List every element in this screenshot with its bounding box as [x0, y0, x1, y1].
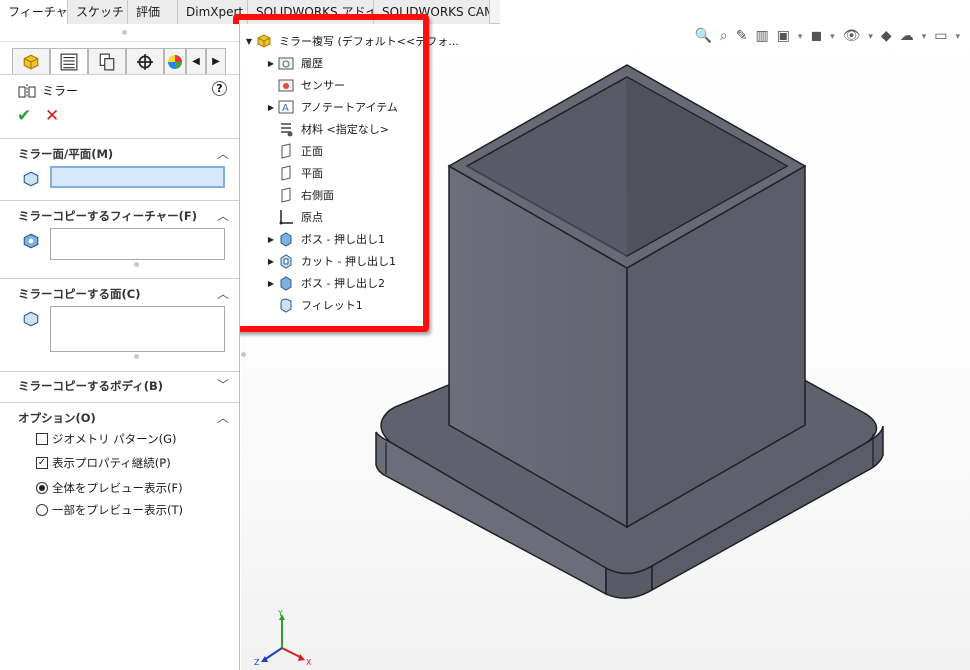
section-options[interactable]: オプション(O) [18, 410, 96, 426]
chevron-up-icon[interactable]: ︿ [217, 285, 229, 302]
appearance-icon[interactable]: ◆ [881, 28, 892, 46]
section-view-icon[interactable]: ▥ [755, 28, 768, 46]
radio-selected[interactable] [36, 482, 48, 494]
chevron-down-icon[interactable]: ▾ [955, 28, 960, 46]
chevron-right-icon: ▶ [212, 56, 220, 67]
checkbox-empty[interactable] [36, 433, 48, 445]
panel-resize-grip[interactable] [241, 352, 246, 357]
property-list-icon [60, 53, 78, 70]
property-manager-tab[interactable] [50, 48, 88, 74]
highlight-frame [233, 14, 429, 332]
full-preview-radio[interactable]: 全体をプレビュー表示(F) [36, 480, 183, 496]
property-manager: ◀ ▶ ミラー ? ✔ ✕ ミラー面/平面(M) ︿ ミラーコピーするフィーチャ… [0, 24, 240, 670]
features-selection[interactable] [50, 228, 225, 260]
color-wheel-icon [168, 54, 182, 69]
propagate-visual-props-checkbox[interactable]: ✓ 表示プロパティ継続(P) [36, 455, 171, 471]
mirror-icon [18, 83, 36, 98]
display-manager-tab[interactable] [164, 48, 186, 74]
triad-z-label: Z [254, 658, 260, 667]
part-icon [23, 54, 39, 69]
features-to-mirror-icon [23, 233, 39, 249]
scroll-right-button[interactable]: ▶ [206, 48, 226, 74]
pm-title: ミラー [42, 84, 79, 98]
section-faces[interactable]: ミラーコピーする面(C) [18, 286, 140, 302]
chevron-down-icon[interactable]: ▾ [922, 28, 927, 46]
ok-button[interactable]: ✔ [17, 106, 31, 126]
previous-view-icon[interactable]: ✎ [736, 28, 748, 46]
partial-preview-radio[interactable]: 一部をプレビュー表示(T) [36, 502, 183, 518]
tab-features[interactable]: フィーチャー [0, 0, 68, 24]
zoom-to-area-icon[interactable]: ⌕ [720, 28, 728, 46]
triad-x-label: X [306, 658, 312, 667]
panel-splitter[interactable] [0, 24, 239, 42]
scene-icon[interactable]: ☁ [900, 28, 914, 46]
feature-manager-tab[interactable] [12, 48, 50, 74]
checkbox-checked[interactable]: ✓ [36, 457, 48, 469]
triad-y-label: Y [277, 609, 283, 618]
mirror-plane-selection[interactable] [50, 166, 225, 188]
chevron-left-icon: ◀ [192, 56, 200, 67]
view-settings-icon[interactable]: ▭ [934, 28, 947, 46]
reference-triad: Y X Z [254, 609, 312, 667]
help-icon[interactable]: ? [212, 81, 227, 96]
tab-sketch[interactable]: スケッチ [68, 0, 128, 24]
chevron-up-icon[interactable]: ︿ [217, 145, 229, 162]
chevron-down-icon[interactable]: ▾ [868, 28, 873, 46]
configuration-icon [99, 53, 115, 70]
configuration-manager-tab[interactable] [88, 48, 126, 74]
chevron-down-icon[interactable]: ▾ [798, 28, 803, 46]
section-features[interactable]: ミラーコピーするフィーチャー(F) [18, 208, 197, 224]
geometry-pattern-checkbox[interactable]: ジオメトリ パターン(G) [36, 431, 176, 447]
chevron-up-icon[interactable]: ︿ [217, 409, 229, 426]
hide-show-icon[interactable]: 👁 [843, 28, 861, 46]
radio-unselected[interactable] [36, 504, 48, 516]
scroll-left-button[interactable]: ◀ [186, 48, 206, 74]
section-mirror-plane[interactable]: ミラー面/平面(M) [18, 146, 113, 162]
chevron-down-icon[interactable]: ﹀ [217, 376, 229, 393]
chevron-up-icon[interactable]: ︿ [217, 207, 229, 224]
section-bodies[interactable]: ミラーコピーするボディ(B) [18, 378, 163, 394]
display-style-icon[interactable]: ◼ [810, 28, 822, 46]
zoom-to-fit-icon[interactable]: 🔍 [694, 28, 711, 46]
face-plane-icon [23, 171, 39, 187]
faces-to-mirror-icon [23, 311, 39, 327]
crosshair-icon [137, 53, 153, 70]
pm-header: ミラー [18, 82, 78, 99]
cancel-button[interactable]: ✕ [45, 106, 59, 126]
chevron-down-icon[interactable]: ▾ [830, 28, 835, 46]
heads-up-toolbar: 🔍 ⌕ ✎ ▥ ▣ ▾ ◼ ▾ 👁 ▾ ◆ ☁ ▾ ▭ ▾ [694, 28, 960, 46]
dimxpert-manager-tab[interactable] [126, 48, 164, 74]
view-orientation-icon[interactable]: ▣ [777, 28, 790, 46]
faces-selection[interactable] [50, 306, 225, 352]
tab-evaluate[interactable]: 評価 [128, 0, 178, 24]
manager-tabs: ◀ ▶ [12, 48, 226, 74]
